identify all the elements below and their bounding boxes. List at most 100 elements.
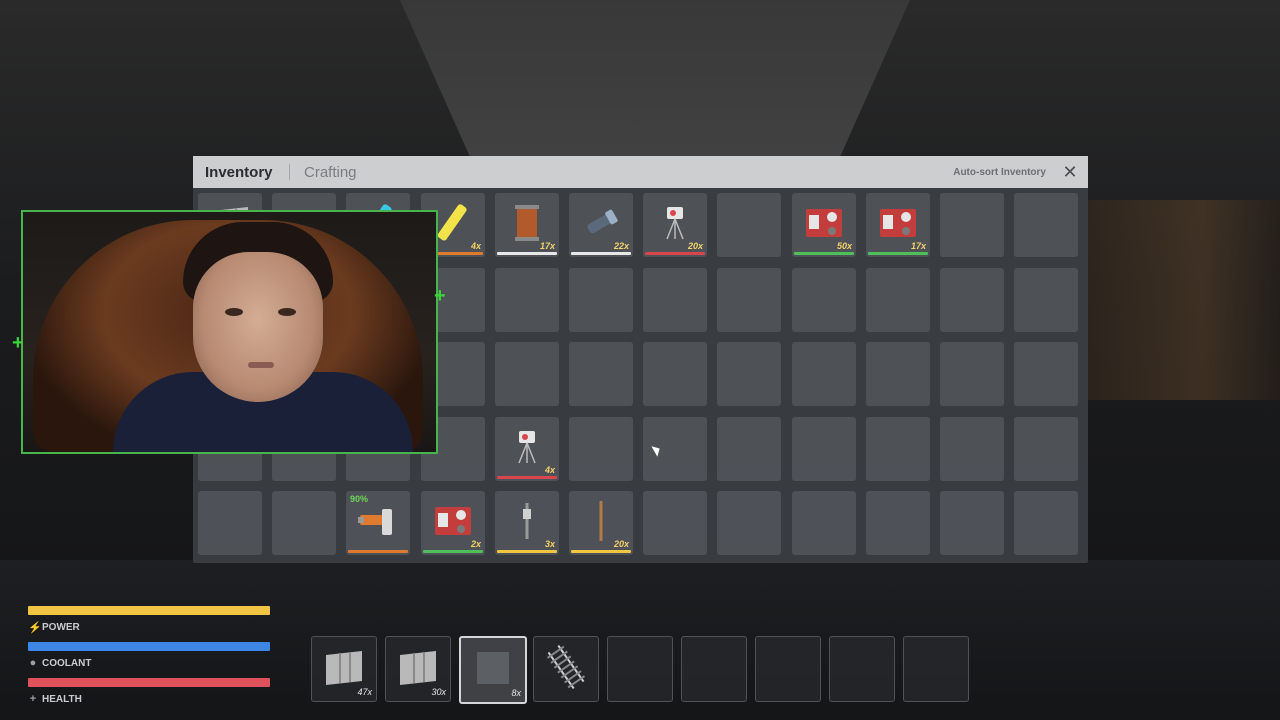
inventory-slot[interactable] xyxy=(866,268,930,332)
plus-icon: + xyxy=(12,332,24,354)
inventory-slot[interactable]: 3x xyxy=(495,491,559,555)
health-label: HEALTH xyxy=(42,693,82,705)
control-panel-icon xyxy=(802,201,846,245)
slot-quality-bar xyxy=(868,252,928,255)
inventory-slot[interactable]: 22x xyxy=(569,193,633,257)
inventory-slot[interactable] xyxy=(940,342,1004,406)
power-stat: ⚡ POWER xyxy=(28,606,270,634)
inventory-slot[interactable] xyxy=(569,342,633,406)
power-label: POWER xyxy=(42,622,80,633)
tab-crafting[interactable]: Crafting xyxy=(304,164,357,181)
inventory-slot[interactable] xyxy=(198,491,262,555)
inventory-slot[interactable] xyxy=(1014,342,1078,406)
auto-sort-button[interactable]: Auto-sort Inventory xyxy=(953,167,1046,178)
inventory-slot[interactable] xyxy=(866,342,930,406)
inventory-slot[interactable] xyxy=(792,491,856,555)
inventory-slot[interactable]: 2x xyxy=(421,491,485,555)
droplet-icon: ● xyxy=(29,657,37,669)
slot-quality-bar xyxy=(571,252,631,255)
webcam-person-face xyxy=(193,252,323,402)
hotbar-slot[interactable]: 47x xyxy=(311,636,377,702)
item-count: 50x xyxy=(836,241,852,251)
hotbar-slot[interactable] xyxy=(755,636,821,702)
close-icon[interactable]: ✕ xyxy=(1060,162,1080,182)
inventory-slot[interactable] xyxy=(940,193,1004,257)
item-count: 3x xyxy=(544,539,555,549)
inventory-slot[interactable] xyxy=(940,417,1004,481)
durability-percent: 90% xyxy=(350,494,369,504)
inventory-slot[interactable] xyxy=(866,417,930,481)
hotbar-slot[interactable] xyxy=(607,636,673,702)
inventory-slot[interactable] xyxy=(272,491,336,555)
inventory-slot[interactable] xyxy=(940,268,1004,332)
item-count: 4x xyxy=(544,465,555,475)
inventory-slot[interactable]: 50x xyxy=(792,193,856,257)
ceiling-light-area xyxy=(400,0,910,160)
inventory-slot[interactable] xyxy=(643,268,707,332)
inventory-slot[interactable]: 20x xyxy=(643,193,707,257)
coolant-label: COOLANT xyxy=(42,657,92,669)
inventory-slot[interactable]: 20x xyxy=(569,491,633,555)
lamp-post-icon xyxy=(505,499,549,543)
slot-quality-bar xyxy=(497,550,557,553)
inventory-header: Inventory Crafting Auto-sort Inventory ✕ xyxy=(193,156,1088,188)
inventory-slot[interactable] xyxy=(792,417,856,481)
inventory-slot[interactable] xyxy=(792,268,856,332)
inventory-slot[interactable] xyxy=(569,268,633,332)
power-bar xyxy=(28,606,270,615)
health-stat: + HEALTH xyxy=(28,678,270,705)
webcam-person-eye xyxy=(278,308,296,316)
tab-separator xyxy=(289,164,290,180)
slot-quality-bar xyxy=(645,252,705,255)
webcam-person-eye xyxy=(225,308,243,316)
control-panel-icon xyxy=(876,201,920,245)
orange-tool-icon xyxy=(356,499,400,543)
inventory-slot[interactable] xyxy=(569,417,633,481)
hotbar-slot[interactable] xyxy=(681,636,747,702)
plus-icon: + xyxy=(29,693,37,705)
inventory-slot[interactable] xyxy=(495,342,559,406)
control-panel-icon xyxy=(431,499,475,543)
slot-quality-bar xyxy=(497,476,557,479)
slot-quality-bar xyxy=(794,252,854,255)
health-bar xyxy=(28,678,270,687)
inventory-slot[interactable] xyxy=(940,491,1004,555)
item-count: 22x xyxy=(613,241,629,251)
inventory-slot[interactable]: 90% xyxy=(346,491,410,555)
hotbar-slot[interactable]: 8x xyxy=(459,636,527,704)
inventory-slot[interactable] xyxy=(1014,491,1078,555)
hotbar-slot[interactable]: 30x xyxy=(385,636,451,702)
inventory-slot[interactable] xyxy=(495,268,559,332)
hotbar-slot[interactable] xyxy=(533,636,599,702)
floor-reflection xyxy=(1088,200,1280,400)
inventory-slot[interactable] xyxy=(717,342,781,406)
wall-panel-icon xyxy=(322,645,366,689)
inventory-slot[interactable] xyxy=(1014,193,1078,257)
inventory-slot[interactable] xyxy=(1014,268,1078,332)
item-count: 2x xyxy=(470,539,481,549)
rail-track-icon xyxy=(544,644,588,690)
inventory-slot[interactable] xyxy=(717,491,781,555)
coolant-stat: ● COOLANT xyxy=(28,642,270,669)
cable-spool-icon xyxy=(505,201,549,245)
inventory-slot[interactable] xyxy=(866,491,930,555)
wall-panel-icon xyxy=(396,645,440,689)
inventory-slot[interactable] xyxy=(643,491,707,555)
slot-quality-bar xyxy=(348,550,408,553)
item-count: 20x xyxy=(613,539,629,549)
inventory-slot[interactable]: 17x xyxy=(866,193,930,257)
webcam-overlay xyxy=(21,210,438,454)
wooden-pole-icon xyxy=(579,499,623,543)
hotbar-slot[interactable] xyxy=(829,636,895,702)
inventory-slot[interactable] xyxy=(643,342,707,406)
inventory-slot[interactable] xyxy=(717,417,781,481)
hotbar-slot[interactable] xyxy=(903,636,969,702)
slot-quality-bar xyxy=(571,550,631,553)
inventory-slot[interactable] xyxy=(792,342,856,406)
inventory-slot[interactable] xyxy=(717,193,781,257)
inventory-slot[interactable] xyxy=(1014,417,1078,481)
inventory-slot[interactable] xyxy=(717,268,781,332)
inventory-slot[interactable]: 17x xyxy=(495,193,559,257)
tab-inventory[interactable]: Inventory xyxy=(205,164,273,181)
inventory-slot[interactable]: 4x xyxy=(495,417,559,481)
